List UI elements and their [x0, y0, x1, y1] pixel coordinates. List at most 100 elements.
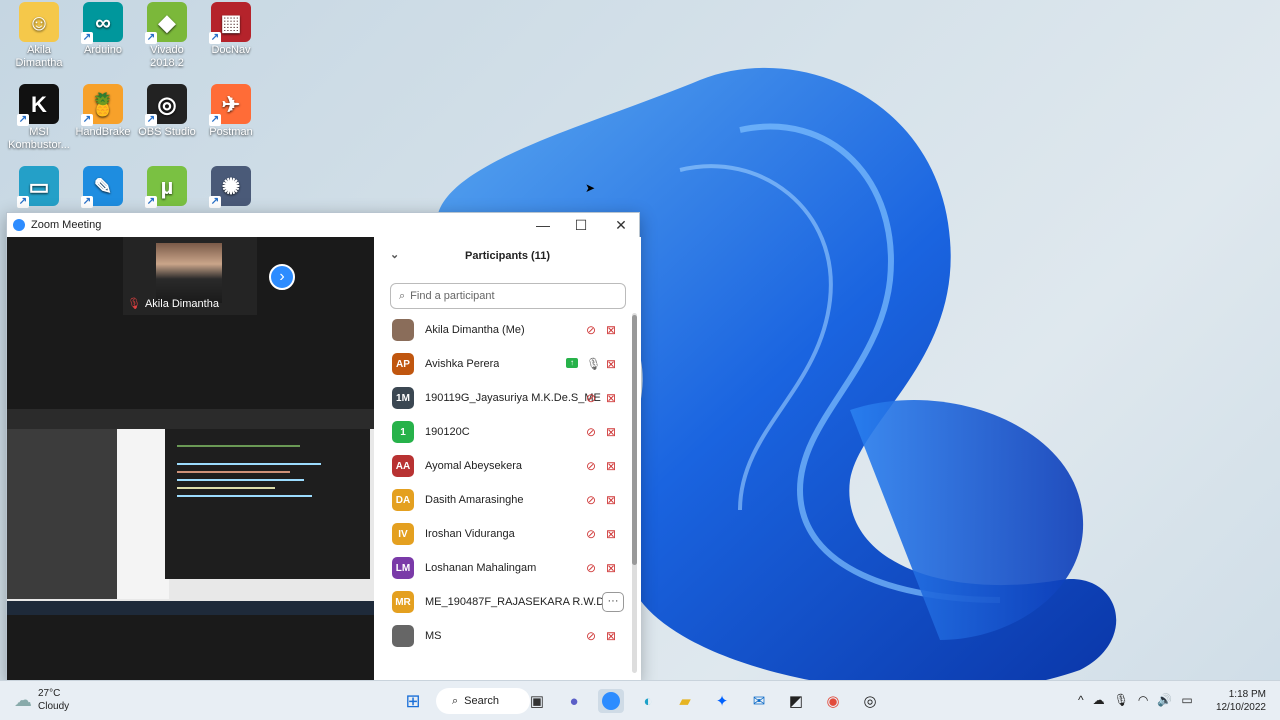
window-title: Zoom Meeting: [31, 219, 102, 231]
participant-row[interactable]: MR ME_190487F_RAJASEKARA R.W.D.D.V···: [374, 585, 632, 619]
battery-icon[interactable]: ▭: [1181, 693, 1192, 707]
mic-muted-icon: ⊘: [586, 459, 597, 473]
microphone-icon[interactable]: 🎙: [1114, 693, 1129, 707]
weather-widget[interactable]: ☁ 27°C Cloudy: [14, 687, 69, 713]
desktop-icon-label: DocNav: [211, 44, 251, 56]
shared-screen: [7, 409, 374, 615]
onedrive-icon[interactable]: ☁: [1093, 693, 1105, 707]
clock-time: 1:18 PM: [1228, 689, 1266, 700]
screen-share-icon: ↑: [566, 358, 578, 368]
shortcut-arrow-icon: ↗: [145, 32, 157, 44]
participant-video-thumbnail[interactable]: 🎙 Akila Dimantha: [123, 237, 257, 315]
participant-row[interactable]: 1M 190119G_Jayasuriya M.K.De.S_ME ⊘ ⊠: [374, 381, 632, 415]
participant-row[interactable]: LM Loshanan Mahalingam ⊘ ⊠: [374, 551, 632, 585]
participant-row[interactable]: DA Dasith Amarasinghe ⊘ ⊠: [374, 483, 632, 517]
msi-kombustor-icon: K ↗: [17, 84, 59, 126]
next-page-button[interactable]: ›: [269, 264, 295, 290]
desktop-icon-label: Vivado 2018.2: [150, 44, 184, 69]
participant-name: Akila Dimantha (Me): [425, 324, 525, 336]
taskbar: ☁ 27°C Cloudy ⊞ ⌕ Search ▣ ● ◐ ▰ ✦ ✉ ◩ ◉…: [0, 680, 1280, 720]
shared-screen-editor: [165, 429, 370, 579]
obs-taskbar-icon[interactable]: ◎: [857, 689, 883, 713]
chat-icon[interactable]: ●: [561, 689, 587, 713]
participant-search-input[interactable]: ⌕ Find a participant: [390, 283, 626, 309]
participant-row[interactable]: AP Avishka Perera ↑ 🎙 ⊠: [374, 347, 632, 381]
participant-row[interactable]: MS ⊘ ⊠: [374, 619, 632, 653]
collapse-chevron-icon[interactable]: ⌄: [390, 248, 399, 261]
desktop-icon-docnav[interactable]: ▦ ↗ DocNav: [198, 2, 264, 57]
utorrent-icon: µ ↗: [145, 166, 187, 208]
video-off-icon: ⊠: [606, 425, 617, 439]
more-options-button[interactable]: ···: [602, 592, 624, 612]
desktop-icon-label: Arduino: [84, 44, 122, 56]
participant-avatar: DA: [392, 489, 414, 511]
speaker-icon[interactable]: 🔊: [1157, 693, 1172, 707]
desktop-icon-obs[interactable]: ◎ ↗ OBS Studio: [134, 84, 200, 139]
participant-avatar: [392, 625, 414, 647]
participant-list: Akila Dimantha (Me) ⊘ ⊠ AP Avishka Perera ↑ 🎙 ⊠…: [374, 313, 632, 653]
desktop-icon-app[interactable]: ✎ ↗: [70, 166, 136, 208]
desktop-icon-vivado[interactable]: ◆ ↗ Vivado 2018.2: [134, 2, 200, 70]
desktop-icon-msi-kombustor[interactable]: K ↗ MSI Kombustor...: [6, 84, 72, 152]
docnav-icon: ▦ ↗: [209, 2, 251, 44]
participant-avatar: LM: [392, 557, 414, 579]
start-button[interactable]: ⊞: [400, 689, 426, 713]
wifi-icon[interactable]: ◠: [1138, 693, 1148, 707]
system-tray: ^ ☁ 🎙 ◠ 🔊 ▭: [1078, 693, 1193, 707]
mail-icon[interactable]: ✉: [746, 689, 772, 713]
obs-icon: ◎ ↗: [145, 84, 187, 126]
participant-name: Ayomal Abeysekera: [425, 460, 523, 472]
search-icon: ⌕: [399, 289, 406, 302]
task-view-icon[interactable]: ▣: [524, 689, 550, 713]
chevron-up-icon[interactable]: ^: [1078, 693, 1084, 707]
scrollbar-thumb[interactable]: [632, 315, 637, 565]
shared-screen-sidebar: [7, 429, 117, 599]
desktop-icon-satellite[interactable]: ✺ ↗: [198, 166, 264, 208]
participant-row[interactable]: Akila Dimantha (Me) ⊘ ⊠: [374, 313, 632, 347]
desktop-icon-label: Akila Dimantha: [15, 44, 63, 69]
close-button[interactable]: ✕: [601, 213, 641, 237]
vivado-icon: ◆ ↗: [145, 2, 187, 44]
video-off-icon: ⊠: [606, 459, 617, 473]
dropbox-icon[interactable]: ✦: [709, 689, 735, 713]
weather-condition: Cloudy: [38, 701, 70, 712]
clock[interactable]: 1:18 PM 12/10/2022: [1214, 688, 1266, 714]
desktop-icon-postman[interactable]: ✈ ↗ Postman: [198, 84, 264, 139]
mic-muted-icon: ⊘: [586, 425, 597, 439]
participant-list-scrollbar[interactable]: [632, 313, 637, 673]
participant-name: 190119G_Jayasuriya M.K.De.S_ME: [425, 392, 601, 404]
user-folder-icon: ☺: [19, 2, 59, 42]
video-off-icon: ⊠: [606, 629, 617, 643]
participant-name: MS: [425, 630, 442, 642]
video-area: 🎙 Akila Dimantha ›: [7, 237, 374, 683]
mic-muted-icon: ⊘: [586, 493, 597, 507]
weather-temp: 27°C: [38, 688, 61, 699]
chrome-icon[interactable]: ◉: [820, 689, 846, 713]
shortcut-arrow-icon: ↗: [209, 196, 221, 208]
title-bar[interactable]: Zoom Meeting — ☐ ✕: [7, 213, 639, 237]
sticky-app-icon[interactable]: ◩: [783, 689, 809, 713]
participant-row[interactable]: IV Iroshan Viduranga ⊘ ⊠: [374, 517, 632, 551]
participant-row[interactable]: 1 190120C ⊘ ⊠: [374, 415, 632, 449]
video-off-icon: ⊠: [606, 561, 617, 575]
shortcut-arrow-icon: ↗: [209, 114, 221, 126]
desktop-icon-handbrake[interactable]: 🍍 ↗ HandBrake: [70, 84, 136, 139]
shortcut-arrow-icon: ↗: [17, 114, 29, 126]
participant-row[interactable]: AA Ayomal Abeysekera ⊘ ⊠: [374, 449, 632, 483]
desktop-icon-monitor[interactable]: ▭ ↗: [6, 166, 72, 208]
mic-muted-icon: ⊘: [586, 629, 597, 643]
shortcut-arrow-icon: ↗: [209, 32, 221, 44]
taskbar-search-label: Search: [464, 695, 500, 707]
maximize-button[interactable]: ☐: [561, 213, 601, 237]
taskbar-search[interactable]: ⌕ Search: [436, 688, 530, 714]
minimize-button[interactable]: —: [523, 213, 563, 237]
zoom-taskbar-icon[interactable]: [598, 689, 624, 713]
participant-avatar: [392, 319, 414, 341]
desktop-icon-utorrent[interactable]: µ ↗: [134, 166, 200, 208]
desktop-icon-label: MSI Kombustor...: [8, 126, 70, 151]
desktop-icon-user-folder[interactable]: ☺ Akila Dimantha: [6, 2, 72, 70]
muted-mic-icon: 🎙: [127, 298, 141, 310]
file-explorer-icon[interactable]: ▰: [672, 689, 698, 713]
edge-icon[interactable]: ◐: [635, 689, 661, 713]
desktop-icon-arduino[interactable]: ∞ ↗ Arduino: [70, 2, 136, 57]
